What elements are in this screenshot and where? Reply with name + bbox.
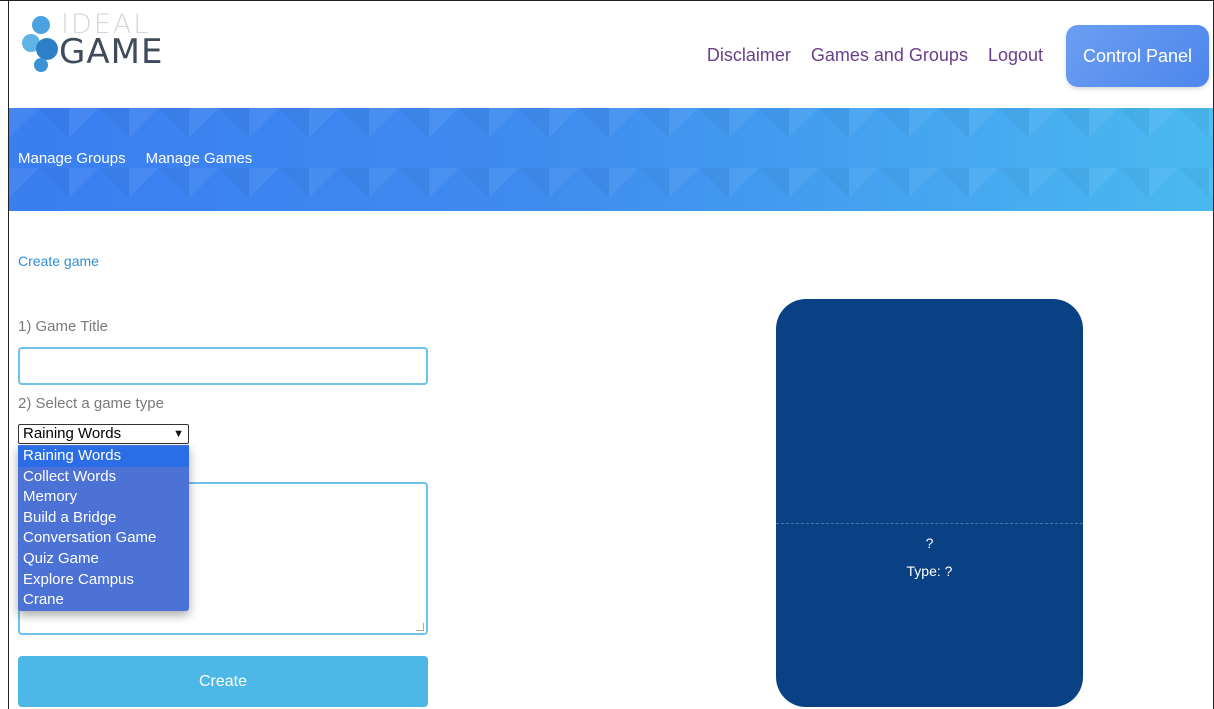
game-title-label: 1) Game Title — [18, 318, 109, 335]
dropdown-option[interactable]: Conversation Game — [18, 528, 189, 549]
manage-groups-link[interactable]: Manage Groups — [18, 150, 126, 167]
blue-banner: Manage Groups Manage Games — [9, 108, 1213, 211]
game-type-label: 2) Select a game type — [18, 395, 164, 412]
dropdown-option[interactable]: Explore Campus — [18, 570, 189, 591]
top-navigation: Disclaimer Games and Groups Logout — [707, 45, 1043, 66]
game-type-select[interactable]: Raining Words ▼ — [18, 424, 189, 444]
manage-games-link[interactable]: Manage Games — [146, 150, 253, 167]
sub-navigation: Manage Groups Manage Games — [18, 150, 252, 167]
game-preview-card: ? Type: ? — [776, 299, 1083, 707]
dropdown-option[interactable]: Build a Bridge — [18, 508, 189, 529]
control-panel-button[interactable]: Control Panel — [1066, 25, 1209, 87]
dropdown-option[interactable]: Raining Words — [18, 446, 189, 467]
create-game-breadcrumb[interactable]: Create game — [18, 253, 99, 269]
nav-logout-link[interactable]: Logout — [988, 45, 1043, 66]
preview-title: ? — [925, 535, 934, 551]
game-type-dropdown-list: Raining Words Collect Words Memory Build… — [18, 445, 189, 611]
dropdown-option[interactable]: Quiz Game — [18, 549, 189, 570]
site-logo[interactable]: IDEAL GAME — [21, 9, 171, 79]
create-button[interactable]: Create — [18, 656, 428, 707]
nav-games-and-groups-link[interactable]: Games and Groups — [811, 45, 968, 66]
nav-disclaimer-link[interactable]: Disclaimer — [707, 45, 791, 66]
dropdown-option[interactable]: Crane — [18, 590, 189, 611]
game-type-selected-value: Raining Words — [23, 425, 122, 442]
preview-type: Type: ? — [906, 563, 953, 579]
chevron-down-icon: ▼ — [173, 428, 184, 440]
resize-grip-icon[interactable] — [416, 623, 424, 631]
dropdown-option[interactable]: Memory — [18, 487, 189, 508]
logo-text-game: GAME — [59, 32, 164, 72]
game-title-input[interactable] — [18, 347, 428, 385]
dropdown-option[interactable]: Collect Words — [18, 467, 189, 488]
card-divider — [776, 523, 1083, 524]
top-header: IDEAL GAME Disclaimer Games and Groups L… — [9, 1, 1213, 108]
